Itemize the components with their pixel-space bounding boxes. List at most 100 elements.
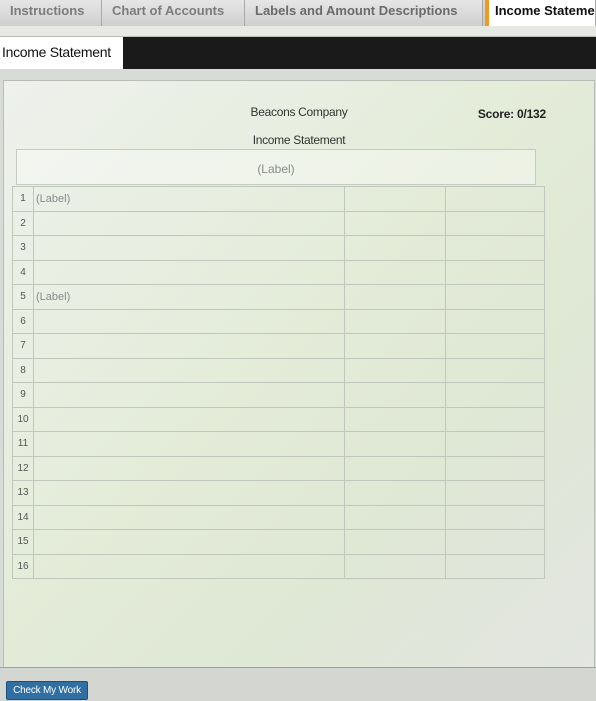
table-row: 5 (Label) bbox=[12, 284, 545, 310]
row-number: 8 bbox=[12, 357, 34, 383]
amount-cell[interactable] bbox=[344, 382, 446, 408]
table-row: 12 bbox=[12, 455, 545, 481]
score-label: Score: bbox=[477, 107, 514, 121]
tab-income-statement[interactable]: Income Statement bbox=[485, 0, 596, 26]
total-cell[interactable] bbox=[445, 308, 545, 334]
table-row: 4 bbox=[12, 259, 545, 285]
tab-bar: Instructions Chart of Accounts Labels an… bbox=[0, 0, 596, 27]
amount-cell[interactable] bbox=[344, 259, 446, 285]
amount-cell[interactable] bbox=[344, 357, 446, 383]
row-label bbox=[34, 536, 36, 548]
amount-cell[interactable] bbox=[344, 284, 446, 310]
row-number: 5 bbox=[12, 284, 34, 310]
row-number: 15 bbox=[12, 529, 34, 555]
amount-cell[interactable] bbox=[344, 455, 446, 481]
footer-bar bbox=[0, 667, 596, 701]
table-row: 7 bbox=[12, 333, 545, 359]
amount-cell[interactable] bbox=[344, 480, 446, 506]
row-label-cell[interactable] bbox=[33, 406, 345, 432]
row-number: 4 bbox=[12, 259, 34, 285]
row-number: 9 bbox=[12, 382, 34, 408]
amount-cell[interactable] bbox=[344, 235, 446, 261]
amount-cell[interactable] bbox=[344, 431, 446, 457]
tab-chart-of-accounts[interactable]: Chart of Accounts bbox=[102, 0, 245, 26]
row-number: 16 bbox=[12, 553, 34, 579]
tab-labels-and-amount-descriptions[interactable]: Labels and Amount Descriptions bbox=[245, 0, 483, 26]
row-number: 13 bbox=[12, 480, 34, 506]
row-label bbox=[34, 389, 36, 401]
row-number: 14 bbox=[12, 504, 34, 530]
row-label-cell[interactable] bbox=[33, 455, 345, 481]
row-label-cell[interactable] bbox=[33, 235, 345, 261]
row-label-cell[interactable]: (Label) bbox=[33, 186, 345, 212]
total-cell[interactable] bbox=[445, 357, 545, 383]
table-row: 3 bbox=[12, 235, 545, 261]
section-title-bar: Income Statement bbox=[0, 37, 596, 69]
tab-instructions[interactable]: Instructions bbox=[0, 0, 102, 26]
total-cell[interactable] bbox=[445, 235, 545, 261]
table-row: 11 bbox=[12, 431, 545, 457]
table-row: 6 bbox=[12, 308, 545, 334]
row-label bbox=[34, 217, 36, 229]
check-my-work-button[interactable]: Check My Work bbox=[6, 681, 88, 700]
row-label-cell[interactable] bbox=[33, 480, 345, 506]
row-label-cell[interactable] bbox=[33, 504, 345, 530]
row-label-cell[interactable] bbox=[33, 210, 345, 236]
period-label-select[interactable]: (Label) bbox=[16, 149, 536, 185]
row-label-cell[interactable] bbox=[33, 431, 345, 457]
row-number: 2 bbox=[12, 210, 34, 236]
row-number: 12 bbox=[12, 455, 34, 481]
total-cell[interactable] bbox=[445, 382, 545, 408]
total-cell[interactable] bbox=[445, 284, 545, 310]
total-cell[interactable] bbox=[445, 333, 545, 359]
row-label-cell[interactable] bbox=[33, 382, 345, 408]
row-number: 1 bbox=[12, 186, 34, 212]
row-label bbox=[34, 266, 36, 278]
row-number: 11 bbox=[12, 431, 34, 457]
row-label bbox=[34, 364, 36, 376]
row-label-cell[interactable] bbox=[33, 259, 345, 285]
total-cell[interactable] bbox=[445, 259, 545, 285]
row-number: 3 bbox=[12, 235, 34, 261]
tab-divider-strip bbox=[0, 26, 596, 37]
amount-cell[interactable] bbox=[344, 308, 446, 334]
row-label bbox=[34, 511, 36, 523]
period-label-text: (Label) bbox=[257, 162, 295, 176]
total-cell[interactable] bbox=[445, 406, 545, 432]
row-label-cell[interactable] bbox=[33, 553, 345, 579]
row-label bbox=[34, 560, 36, 572]
row-label-cell[interactable] bbox=[33, 357, 345, 383]
amount-cell[interactable] bbox=[344, 553, 446, 579]
amount-cell[interactable] bbox=[344, 333, 446, 359]
total-cell[interactable] bbox=[445, 455, 545, 481]
row-number: 7 bbox=[12, 333, 34, 359]
total-cell[interactable] bbox=[445, 504, 545, 530]
row-label bbox=[34, 340, 36, 352]
row-label bbox=[34, 242, 36, 254]
statement-title: Income Statement bbox=[252, 133, 346, 147]
income-statement-panel: Beacons Company Income Statement Score: 0… bbox=[3, 80, 595, 668]
total-cell[interactable] bbox=[445, 210, 545, 236]
row-number: 10 bbox=[12, 406, 34, 432]
row-label bbox=[34, 462, 36, 474]
total-cell[interactable] bbox=[445, 480, 545, 506]
amount-cell[interactable] bbox=[344, 186, 446, 212]
amount-cell[interactable] bbox=[344, 504, 446, 530]
table-row: 15 bbox=[12, 529, 545, 555]
total-cell[interactable] bbox=[445, 529, 545, 555]
amount-cell[interactable] bbox=[344, 210, 446, 236]
total-cell[interactable] bbox=[445, 186, 545, 212]
row-label-cell[interactable] bbox=[33, 333, 345, 359]
table-row: 9 bbox=[12, 382, 545, 408]
table-row: 8 bbox=[12, 357, 545, 383]
amount-cell[interactable] bbox=[344, 406, 446, 432]
row-label-cell[interactable] bbox=[33, 308, 345, 334]
row-label: (Label) bbox=[36, 290, 71, 303]
total-cell[interactable] bbox=[445, 431, 545, 457]
amount-cell[interactable] bbox=[344, 529, 446, 555]
total-cell[interactable] bbox=[445, 553, 545, 579]
table-row: 2 bbox=[12, 210, 545, 236]
row-label: (Label) bbox=[36, 192, 71, 205]
row-label-cell[interactable] bbox=[33, 529, 345, 555]
row-label-cell[interactable]: (Label) bbox=[33, 284, 345, 310]
